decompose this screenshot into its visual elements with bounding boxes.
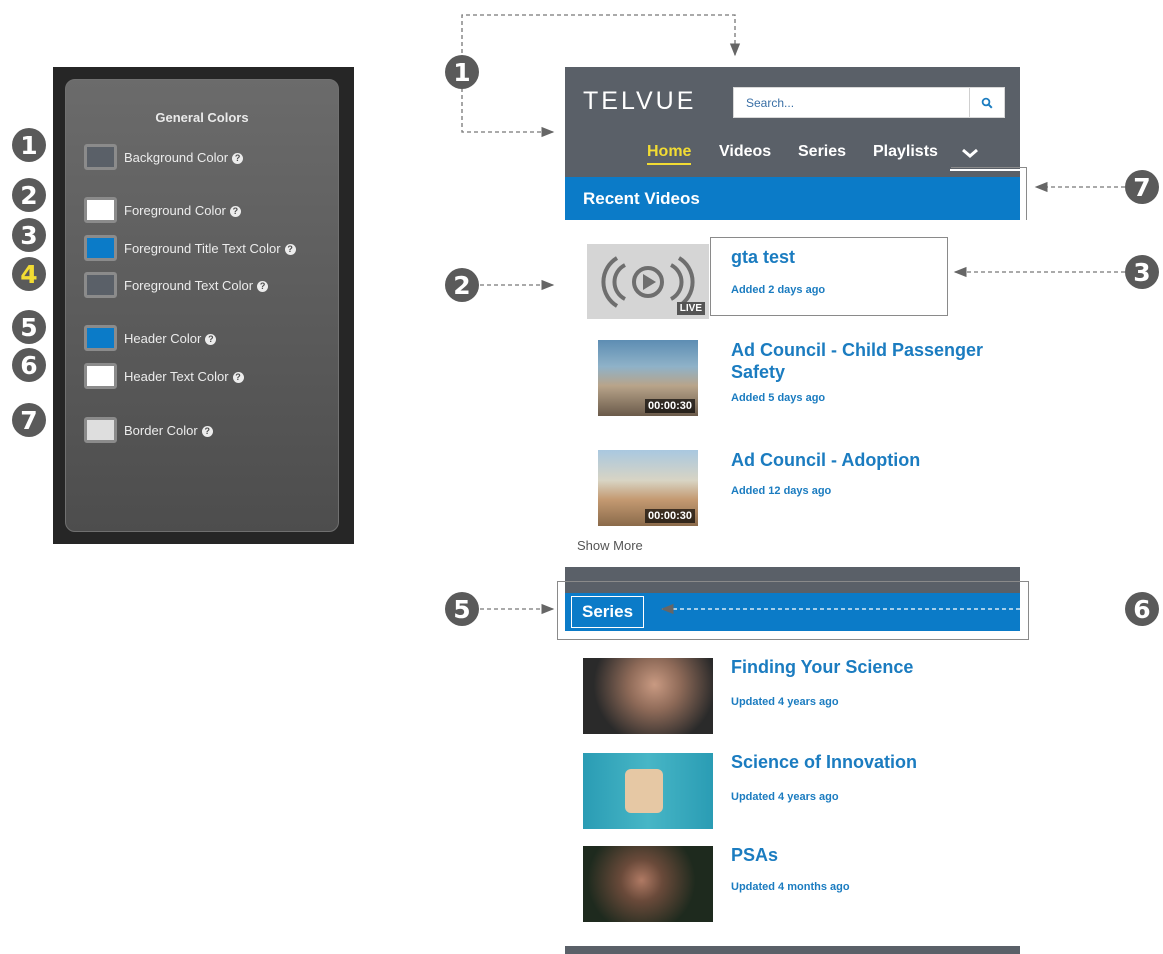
callout-badge-3: 3: [1125, 255, 1159, 289]
callout-badge-7: 7: [1125, 170, 1159, 204]
callout-badge-2: 2: [445, 268, 479, 302]
callout-badge-5: 5: [445, 592, 479, 626]
callout-badge-6: 6: [1125, 592, 1159, 626]
callout-badge-1: 1: [445, 55, 479, 89]
annotation-arrows: [461, 14, 1125, 615]
